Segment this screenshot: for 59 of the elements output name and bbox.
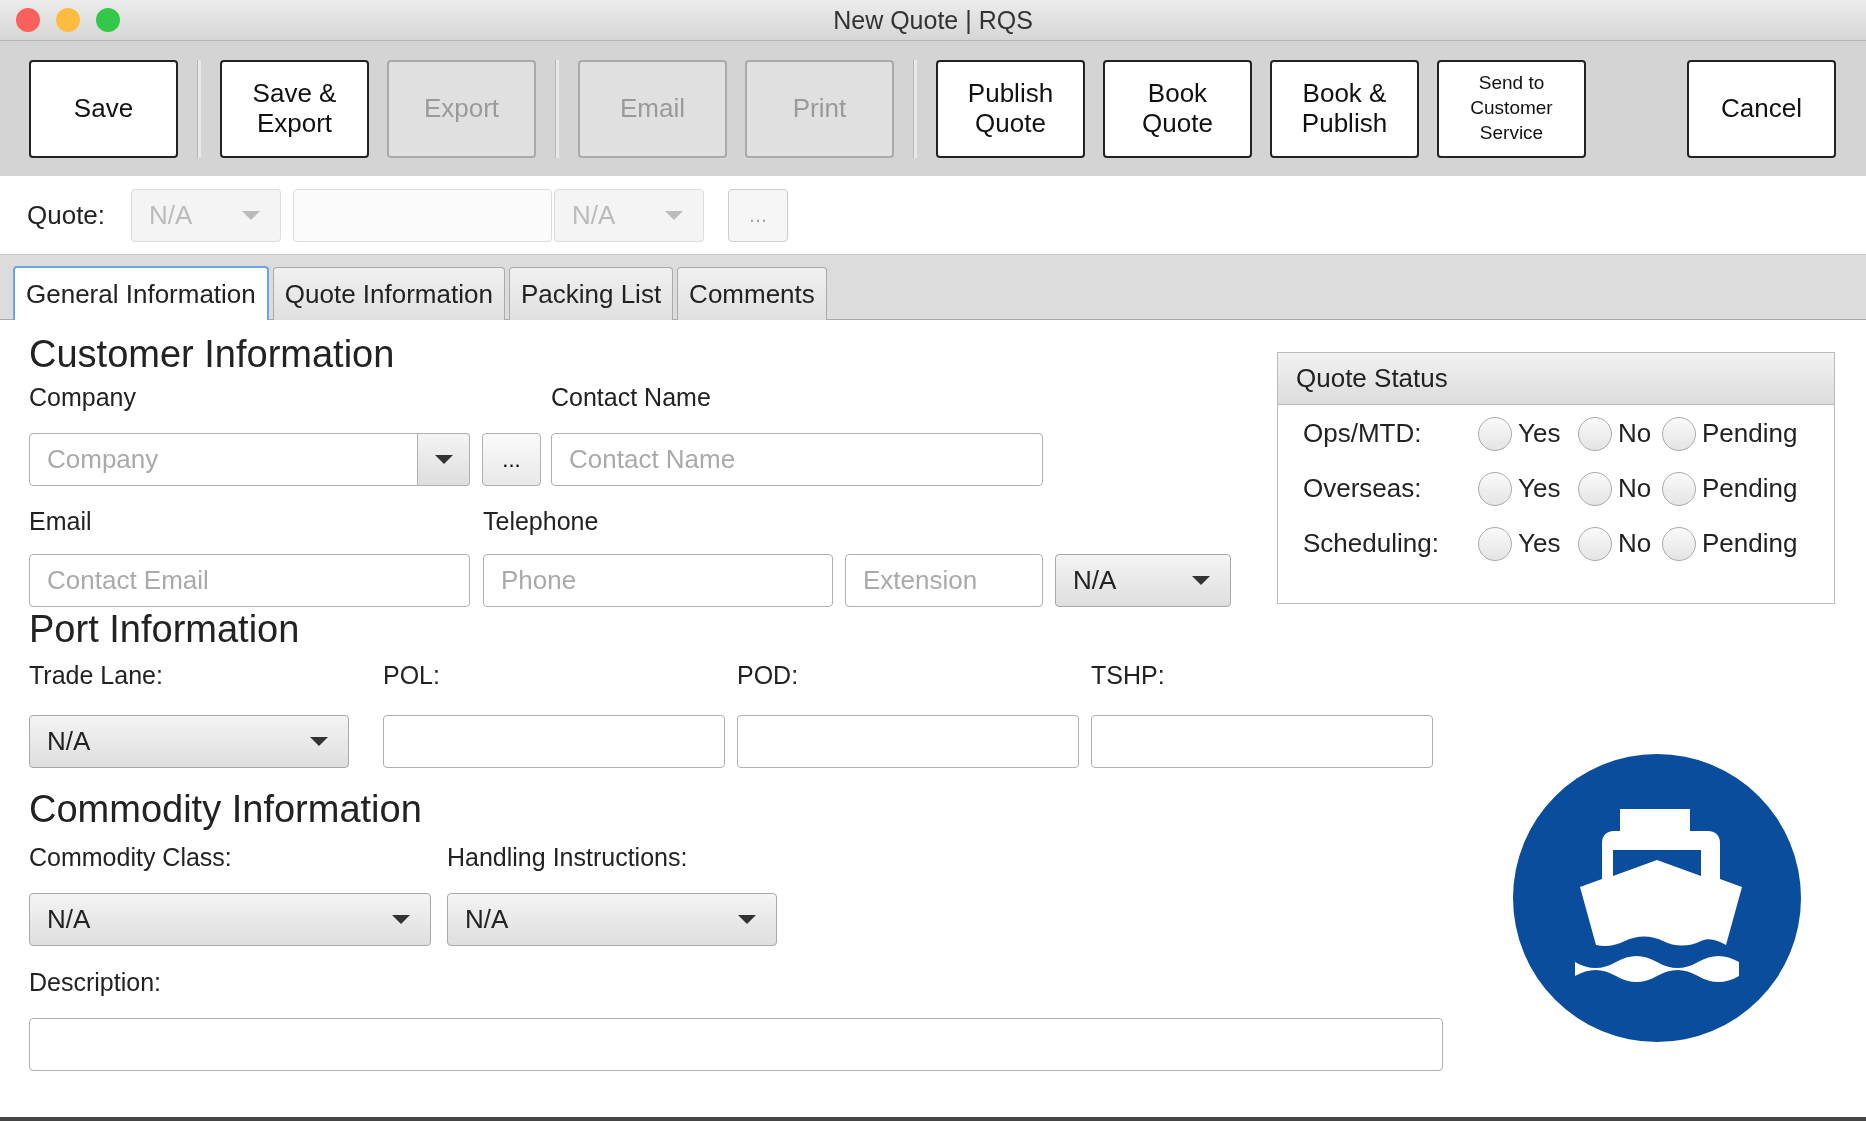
toolbar-button[interactable]: Save & Export <box>220 59 369 158</box>
field-label: Description: <box>29 967 162 997</box>
status-label: Overseas: <box>1303 473 1423 504</box>
field-label: Telephone <box>483 506 600 536</box>
field-label: POL: <box>383 660 441 690</box>
phone-field[interactable]: Phone <box>483 554 833 607</box>
commodity-class-dropdown[interactable]: N/A <box>29 893 431 946</box>
pol-field[interactable] <box>383 715 725 768</box>
field-label: Trade Lane: <box>29 660 164 690</box>
radio-button[interactable]: Pending <box>1662 471 1798 506</box>
browse-button[interactable]: ... <box>482 433 541 486</box>
field-label: Handling Instructions: <box>447 842 689 872</box>
toolbar-button[interactable]: Publish Quote <box>936 59 1085 158</box>
status-label: Scheduling: <box>1303 528 1440 559</box>
toolbar-button[interactable]: Send to Customer Service <box>1437 59 1586 158</box>
tab[interactable]: Quote Information <box>272 267 505 320</box>
radio-button[interactable]: No <box>1578 526 1662 561</box>
handling-instructions-dropdown[interactable]: N/A <box>447 893 777 946</box>
radio-button[interactable]: No <box>1578 416 1662 451</box>
field-label: POD: <box>737 660 800 690</box>
field-label: Contact Name <box>551 382 712 412</box>
panel-title: Quote Status <box>1278 353 1834 405</box>
trade-lane-dropdown[interactable]: N/A <box>29 715 349 768</box>
radio-button[interactable]: Pending <box>1662 416 1798 451</box>
toolbar-button[interactable]: Book & Publish <box>1270 59 1419 158</box>
extension-field[interactable]: Extension <box>845 554 1043 607</box>
window-title: New Quote | RQS <box>833 5 1033 35</box>
field-label: Company <box>29 382 137 412</box>
contact-name-field[interactable]: Contact Name <box>551 433 1043 486</box>
section-heading: Commodity Information <box>29 787 423 831</box>
tab[interactable]: General Information <box>13 266 269 320</box>
status-label: Ops/MTD: <box>1303 418 1423 449</box>
section-heading: Port Information <box>29 607 301 651</box>
close-icon[interactable] <box>16 8 40 32</box>
toolbar-button[interactable]: Save <box>29 59 178 158</box>
tab[interactable]: Packing List <box>508 267 674 320</box>
radio-button[interactable]: Yes <box>1478 416 1578 451</box>
radio-button[interactable]: Pending <box>1662 526 1798 561</box>
radio-button[interactable]: Yes <box>1478 526 1578 561</box>
company-field[interactable]: Company <box>29 433 418 486</box>
dropdown-button[interactable] <box>418 433 470 486</box>
email-field[interactable]: Contact Email <box>29 554 470 607</box>
tshp-field[interactable] <box>1091 715 1433 768</box>
section-heading: Customer Information <box>29 332 396 376</box>
toolbar-button[interactable]: Book Quote <box>1103 59 1252 158</box>
description-field[interactable] <box>29 1018 1443 1071</box>
ship-icon <box>1513 754 1801 1042</box>
minimize-icon[interactable] <box>56 8 80 32</box>
radio-button[interactable]: No <box>1578 471 1662 506</box>
tab[interactable]: Comments <box>677 267 827 320</box>
field-label: TSHP: <box>1091 660 1166 690</box>
phone-type-dropdown[interactable]: N/A <box>1055 554 1231 607</box>
quote-label: Quote: <box>27 199 106 231</box>
pod-field[interactable] <box>737 715 1079 768</box>
radio-button[interactable]: Yes <box>1478 471 1578 506</box>
field-label: Commodity Class: <box>29 842 233 872</box>
field-label: Email <box>29 506 93 536</box>
cancel-button[interactable]: Cancel <box>1687 59 1836 158</box>
maximize-icon[interactable] <box>96 8 120 32</box>
